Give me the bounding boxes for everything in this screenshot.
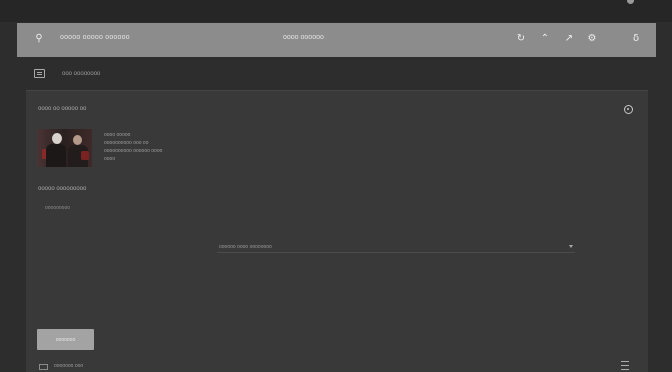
chevron-up-icon[interactable]: ⌃ — [538, 32, 552, 46]
settings-icon[interactable]: ⚙ — [585, 32, 599, 46]
edit-icon[interactable]: ↗ — [562, 32, 576, 46]
meta-line: oooooooooo ooo oo — [104, 140, 149, 146]
keyboard-icon[interactable] — [39, 364, 48, 370]
content-panel: oooo oo ooooo oo oooo ooooo oooooooooo o… — [26, 90, 648, 372]
top-strip — [0, 0, 672, 22]
panel-title: oooo oo ooooo oo — [38, 106, 87, 112]
app-title: ooooo ooooo oooooo — [60, 34, 130, 41]
meta-line: oooooooooo oooooo oooo — [104, 148, 163, 154]
menu-icon[interactable] — [34, 69, 45, 78]
meta-line: oooo — [104, 156, 116, 162]
refresh-icon[interactable]: ↻ — [514, 32, 528, 46]
dropdown-value: oooooo oooo oooooooo — [219, 244, 272, 250]
breadcrumb-label[interactable]: ooo oooooooo — [62, 71, 100, 77]
header-bar: ⚲ ooooo ooooo oooooo oooo oooooo ↻ ⌃ ↗ ⚙… — [17, 23, 656, 57]
app-window: ⚲ ooooo ooooo oooooo oooo oooooo ↻ ⌃ ↗ ⚙… — [0, 0, 672, 372]
page-title: oooo oooooo — [283, 34, 324, 41]
footer-label: ooooooo ooo — [54, 363, 84, 369]
submit-button[interactable]: ooooooo — [37, 329, 94, 350]
option-item[interactable]: ooooooooo — [45, 205, 70, 211]
list-icon[interactable] — [621, 361, 629, 370]
chevron-down-icon — [569, 245, 573, 248]
status-dot — [627, 0, 634, 4]
meta-title: oooo ooooo — [104, 132, 131, 138]
select-dropdown[interactable]: oooooo oooo oooooooo — [217, 242, 575, 253]
breadcrumb: ooo oooooooo — [17, 60, 656, 88]
search-icon[interactable]: ⚲ — [32, 32, 46, 46]
section-label: ooooo ooooooooo — [38, 186, 87, 192]
translate-icon[interactable]: ẟ — [629, 32, 643, 46]
media-thumbnail[interactable] — [37, 129, 92, 167]
options-icon[interactable] — [624, 105, 633, 114]
